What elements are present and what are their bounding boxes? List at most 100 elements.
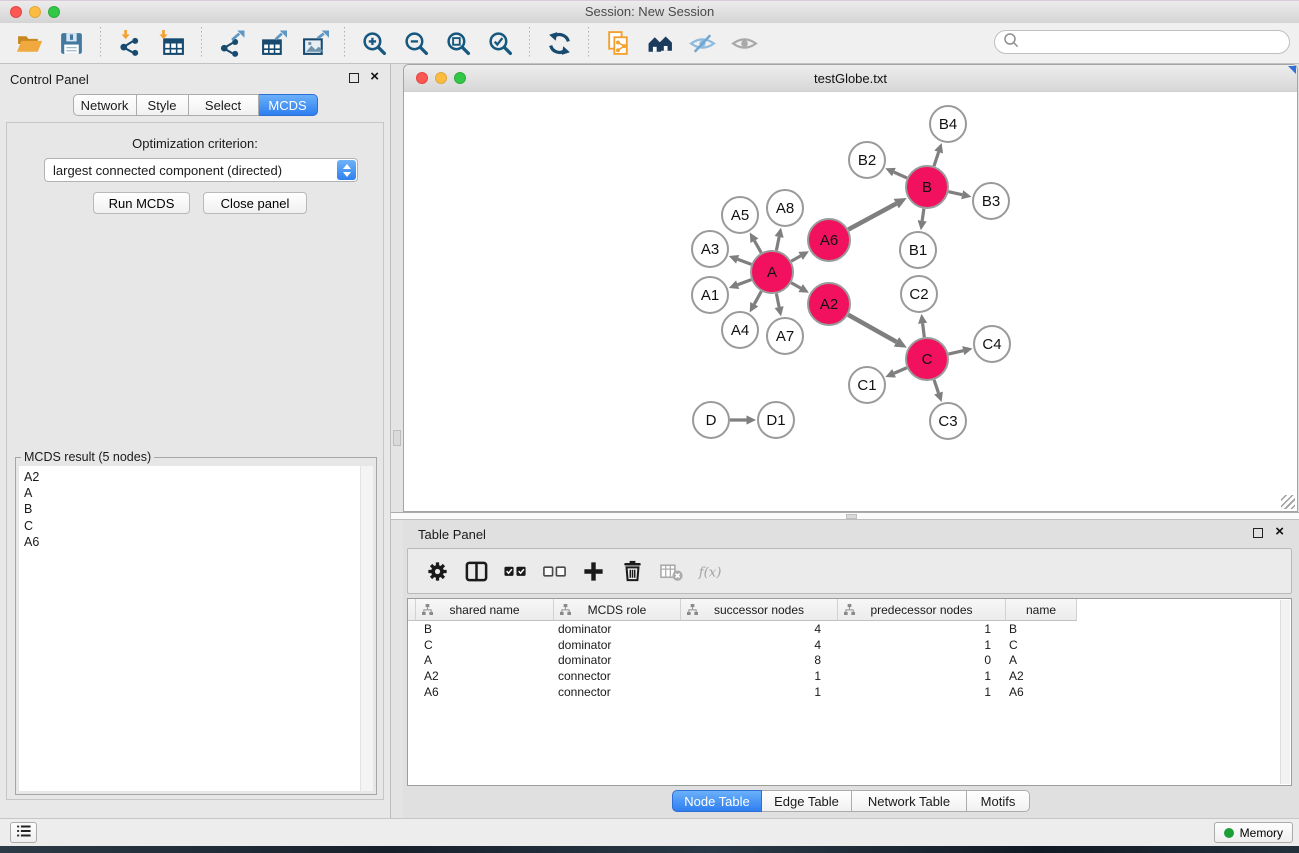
- cell: B: [1006, 622, 1077, 636]
- result-list-item[interactable]: A2: [19, 466, 373, 485]
- zoom-out-button[interactable]: [401, 28, 431, 58]
- tab-edge-table[interactable]: Edge Table: [762, 790, 852, 812]
- edge-C-C4[interactable]: [948, 351, 963, 354]
- edge-B-B4[interactable]: [934, 152, 939, 166]
- refresh-button[interactable]: [544, 28, 574, 58]
- search-input[interactable]: [1020, 34, 1281, 51]
- table-row[interactable]: A6connector11A6: [408, 684, 1281, 700]
- edge-A-A6[interactable]: [791, 256, 800, 261]
- open-file-button[interactable]: [14, 28, 44, 58]
- gear-button[interactable]: [424, 558, 450, 584]
- edge-A-A2[interactable]: [791, 283, 800, 288]
- control-panel-tabs: NetworkStyleSelectMCDS: [0, 94, 390, 116]
- edge-A-A7[interactable]: [776, 294, 779, 308]
- column-header-name[interactable]: name: [1006, 599, 1077, 621]
- home-view-button[interactable]: [645, 28, 675, 58]
- float-panel-icon[interactable]: [349, 73, 359, 83]
- edge-A-A8[interactable]: [776, 237, 779, 251]
- refresh-icon: [546, 30, 573, 57]
- criterion-dropdown[interactable]: largest connected component (directed): [44, 158, 358, 182]
- import-network-button[interactable]: [115, 28, 145, 58]
- mcds-result-title: MCDS result (5 nodes): [21, 450, 154, 464]
- criterion-value: largest connected component (directed): [53, 163, 282, 178]
- network-canvas[interactable]: B4B2BB3A5A8A6B1A3AC2A1A2A4A7C4CC1C3DD1: [404, 91, 1297, 511]
- deselect-all-button[interactable]: [541, 558, 567, 584]
- result-list-item[interactable]: A6: [19, 534, 373, 550]
- column-header-MCDS-role[interactable]: MCDS role: [554, 599, 681, 621]
- result-list-item[interactable]: A: [19, 485, 373, 501]
- close-panel-icon[interactable]: ×: [1275, 525, 1284, 539]
- export-network-button[interactable]: [216, 28, 246, 58]
- edge-A-A4[interactable]: [754, 291, 761, 304]
- network-window-title: testGlobe.txt: [404, 71, 1297, 86]
- import-table-button[interactable]: [157, 28, 187, 58]
- edge-arrowhead: [962, 346, 972, 355]
- column-header-predecessor-nodes[interactable]: predecessor nodes: [838, 599, 1006, 621]
- open-file-icon: [16, 30, 43, 57]
- horizontal-splitter[interactable]: [391, 512, 1299, 520]
- zoom-out-icon: [403, 30, 430, 57]
- status-bar: Memory: [0, 818, 1299, 846]
- split-columns-button[interactable]: [463, 558, 489, 584]
- column-tree-icon: [687, 604, 698, 618]
- hide-selected-button[interactable]: [687, 28, 717, 58]
- zoom-selected-button[interactable]: [485, 28, 515, 58]
- edge-A2-C[interactable]: [848, 315, 896, 342]
- network-from-file-button[interactable]: [603, 28, 633, 58]
- window-resize-grip[interactable]: [1281, 495, 1295, 509]
- table-scrollbar[interactable]: [1280, 600, 1290, 784]
- detach-corner-icon[interactable]: [1288, 66, 1296, 74]
- save-button[interactable]: [56, 28, 86, 58]
- edge-A-A3[interactable]: [738, 259, 752, 264]
- table-row[interactable]: A2connector11A2: [408, 668, 1281, 684]
- function-builder-icon: f(x): [698, 559, 723, 584]
- tab-select[interactable]: Select: [189, 94, 259, 116]
- table-header-row: shared nameMCDS rolesuccessor nodesprede…: [408, 599, 1077, 621]
- search-box[interactable]: [994, 30, 1290, 54]
- close-panel-button[interactable]: Close panel: [203, 192, 307, 214]
- cell: 1: [681, 685, 838, 699]
- delete-column-button[interactable]: [619, 558, 645, 584]
- table-panel-title: Table Panel: [418, 527, 486, 542]
- cell: A2: [416, 669, 554, 683]
- task-history-button[interactable]: [10, 822, 37, 843]
- result-list-scrollbar[interactable]: [360, 466, 373, 791]
- gear-icon: [425, 559, 450, 584]
- edge-B-B3[interactable]: [948, 192, 962, 195]
- table-row[interactable]: Bdominator41B: [408, 621, 1281, 637]
- edge-B-B1[interactable]: [922, 209, 924, 221]
- select-all-button[interactable]: [502, 558, 528, 584]
- edge-A-A5[interactable]: [754, 241, 761, 253]
- edge-C-C3[interactable]: [934, 380, 938, 393]
- close-panel-icon[interactable]: ×: [370, 70, 379, 84]
- tab-node-table[interactable]: Node Table: [672, 790, 762, 812]
- add-column-button[interactable]: [580, 558, 606, 584]
- float-panel-icon[interactable]: [1253, 528, 1263, 538]
- splitter-grip[interactable]: [846, 514, 857, 519]
- tab-motifs[interactable]: Motifs: [967, 790, 1030, 812]
- vertical-splitter[interactable]: [391, 64, 403, 818]
- export-image-button[interactable]: [300, 28, 330, 58]
- edge-C-C2[interactable]: [923, 323, 925, 337]
- result-list-item[interactable]: B: [19, 501, 373, 517]
- column-header-successor-nodes[interactable]: successor nodes: [681, 599, 838, 621]
- tab-network-table[interactable]: Network Table: [852, 790, 967, 812]
- tab-style[interactable]: Style: [137, 94, 189, 116]
- column-header-shared-name[interactable]: shared name: [416, 599, 554, 621]
- result-list-item[interactable]: C: [19, 518, 373, 534]
- tab-network[interactable]: Network: [73, 94, 137, 116]
- edge-A-A1[interactable]: [738, 280, 752, 285]
- splitter-grip[interactable]: [393, 430, 401, 446]
- table-row[interactable]: Cdominator41C: [408, 637, 1281, 653]
- export-table-button[interactable]: [258, 28, 288, 58]
- edge-A6-B[interactable]: [848, 204, 896, 230]
- zoom-in-button[interactable]: [359, 28, 389, 58]
- tab-mcds[interactable]: MCDS: [259, 94, 318, 116]
- zoom-fit-button[interactable]: [443, 28, 473, 58]
- run-mcds-button[interactable]: Run MCDS: [93, 192, 190, 214]
- table-row[interactable]: Adominator80A: [408, 652, 1281, 668]
- edge-B-B2[interactable]: [894, 172, 907, 178]
- memory-button[interactable]: Memory: [1214, 822, 1293, 843]
- cell: 4: [681, 622, 838, 636]
- edge-C-C1[interactable]: [894, 368, 907, 374]
